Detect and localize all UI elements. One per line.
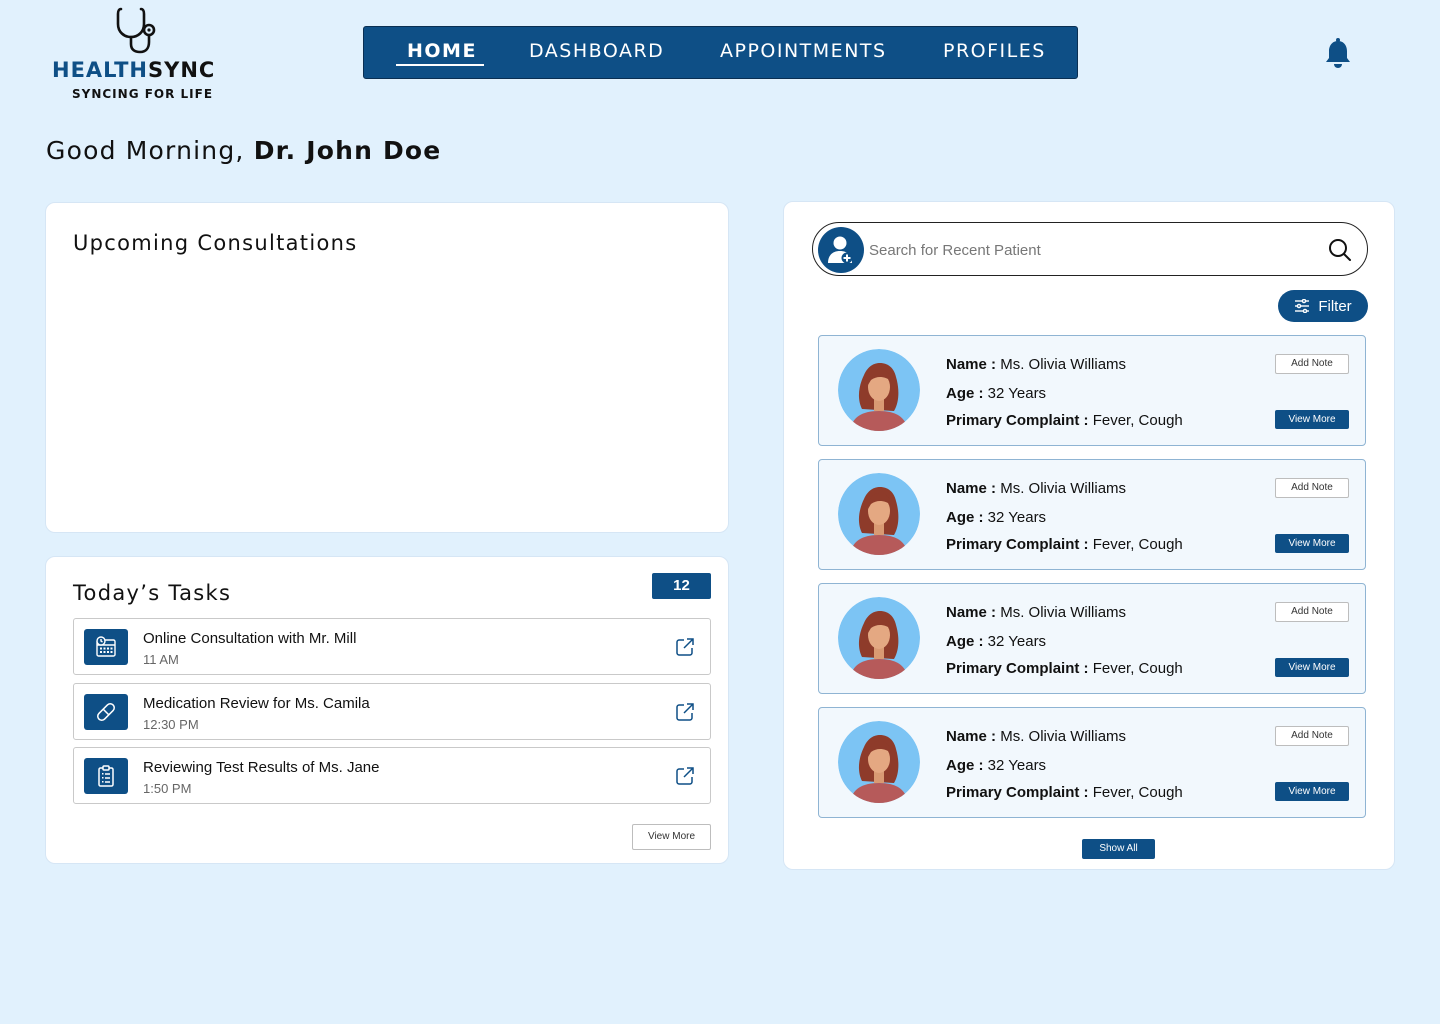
view-more-button[interactable]: View More: [1275, 782, 1349, 801]
greeting: Good Morning, Dr. John Doe: [46, 136, 441, 165]
complaint-label: Primary Complaint :: [946, 660, 1089, 677]
sliders-icon: [1295, 299, 1310, 313]
active-tab-underline: [396, 64, 484, 66]
todays-tasks-card: Today’s Tasks 12 Online Consultation wit…: [45, 556, 729, 864]
patient-age-row: Age : 32 Years: [946, 757, 1046, 774]
patient-age: 32 Years: [987, 757, 1047, 774]
external-link-icon[interactable]: [676, 638, 694, 656]
patient-card[interactable]: Name : Ms. Olivia Williams Age : 32 Year…: [818, 459, 1366, 570]
patient-avatar: [838, 597, 920, 679]
add-note-button[interactable]: Add Note: [1275, 602, 1349, 622]
name-label: Name :: [946, 480, 997, 497]
add-note-button[interactable]: Add Note: [1275, 478, 1349, 498]
patient-avatar: [838, 473, 920, 555]
patient-name: Ms. Olivia Williams: [1000, 604, 1127, 621]
name-label: Name :: [946, 356, 997, 373]
age-label: Age :: [946, 757, 984, 774]
patient-name-row: Name : Ms. Olivia Williams: [946, 604, 1126, 621]
external-link-icon[interactable]: [676, 767, 694, 785]
add-note-button[interactable]: Add Note: [1275, 726, 1349, 746]
patient-avatar: [838, 349, 920, 431]
brand-logo[interactable]: HEALTHSYNC SYNCING FOR LIFE: [50, 4, 230, 104]
filter-button[interactable]: Filter: [1278, 290, 1368, 322]
tab-appointments[interactable]: APPOINTMENTS: [720, 40, 887, 62]
patient-complaint-row: Primary Complaint : Fever, Cough: [946, 412, 1183, 429]
doctor-user-icon: [818, 227, 864, 273]
patient-name: Ms. Olivia Williams: [1000, 356, 1127, 373]
task-count-badge: 12: [652, 573, 711, 599]
pill-icon: [84, 694, 128, 730]
patient-complaint-row: Primary Complaint : Fever, Cough: [946, 784, 1183, 801]
upcoming-consultations-card: Upcoming Consultations: [45, 202, 729, 533]
view-more-button[interactable]: View More: [1275, 658, 1349, 677]
patient-avatar: [838, 721, 920, 803]
patient-name-row: Name : Ms. Olivia Williams: [946, 480, 1126, 497]
task-time: 12:30 PM: [143, 717, 199, 732]
patient-name-row: Name : Ms. Olivia Williams: [946, 356, 1126, 373]
main-nav: HOME DASHBOARD APPOINTMENTS PROFILES: [363, 26, 1078, 79]
patient-complaint: Fever, Cough: [1092, 536, 1183, 553]
patient-complaint: Fever, Cough: [1092, 412, 1183, 429]
patient-name-row: Name : Ms. Olivia Williams: [946, 728, 1126, 745]
task-time: 11 AM: [143, 652, 179, 667]
age-label: Age :: [946, 633, 984, 650]
patient-card[interactable]: Name : Ms. Olivia Williams Age : 32 Year…: [818, 335, 1366, 446]
tab-profiles[interactable]: PROFILES: [943, 40, 1046, 62]
name-label: Name :: [946, 728, 997, 745]
clipboard-icon: [84, 758, 128, 794]
patient-complaint-row: Primary Complaint : Fever, Cough: [946, 536, 1183, 553]
task-item[interactable]: Medication Review for Ms. Camila 12:30 P…: [73, 683, 711, 740]
calendar-clock-icon: [84, 629, 128, 665]
stethoscope-icon: [116, 7, 156, 54]
consultations-title: Upcoming Consultations: [73, 231, 358, 255]
add-note-button[interactable]: Add Note: [1275, 354, 1349, 374]
patient-complaint: Fever, Cough: [1092, 660, 1183, 677]
tab-dashboard[interactable]: DASHBOARD: [529, 40, 664, 62]
patient-age-row: Age : 32 Years: [946, 633, 1046, 650]
patient-age: 32 Years: [987, 633, 1047, 650]
search-input[interactable]: [869, 235, 1309, 265]
complaint-label: Primary Complaint :: [946, 784, 1089, 801]
patient-name: Ms. Olivia Williams: [1000, 480, 1127, 497]
name-label: Name :: [946, 604, 997, 621]
task-time: 1:50 PM: [143, 781, 192, 796]
task-name: Reviewing Test Results of Ms. Jane: [143, 759, 380, 776]
doctor-name: Dr. John Doe: [253, 136, 442, 165]
filter-label: Filter: [1318, 297, 1352, 315]
complaint-label: Primary Complaint :: [946, 412, 1089, 429]
brand-tagline: SYNCING FOR LIFE: [72, 87, 214, 101]
recent-patients-panel: Filter Name : Ms. Olivia Williams Age : …: [783, 201, 1395, 870]
greeting-prefix: Good Morning,: [46, 136, 254, 165]
age-label: Age :: [946, 509, 984, 526]
age-label: Age :: [946, 385, 984, 402]
complaint-label: Primary Complaint :: [946, 536, 1089, 553]
search-icon[interactable]: [1327, 237, 1353, 263]
patient-age-row: Age : 32 Years: [946, 385, 1046, 402]
patient-age: 32 Years: [987, 509, 1047, 526]
brand-name: HEALTHSYNC: [52, 58, 215, 82]
view-more-button[interactable]: View More: [1275, 410, 1349, 429]
patient-complaint: Fever, Cough: [1092, 784, 1183, 801]
external-link-icon[interactable]: [676, 703, 694, 721]
patient-card[interactable]: Name : Ms. Olivia Williams Age : 32 Year…: [818, 707, 1366, 818]
patient-search-bar: [812, 222, 1368, 276]
brand-name-part2: SYNC: [147, 58, 216, 82]
patient-age: 32 Years: [987, 385, 1047, 402]
tasks-view-more-button[interactable]: View More: [632, 824, 711, 850]
task-name: Online Consultation with Mr. Mill: [143, 630, 357, 647]
patient-complaint-row: Primary Complaint : Fever, Cough: [946, 660, 1183, 677]
task-item[interactable]: Reviewing Test Results of Ms. Jane 1:50 …: [73, 747, 711, 804]
tasks-title: Today’s Tasks: [73, 581, 232, 605]
tab-home[interactable]: HOME: [407, 40, 477, 62]
task-name: Medication Review for Ms. Camila: [143, 695, 370, 712]
show-all-button[interactable]: Show All: [1082, 839, 1155, 859]
task-item[interactable]: Online Consultation with Mr. Mill 11 AM: [73, 618, 711, 675]
view-more-button[interactable]: View More: [1275, 534, 1349, 553]
notification-bell-icon[interactable]: [1324, 37, 1352, 69]
brand-name-part1: HEALTH: [52, 58, 148, 82]
patient-card[interactable]: Name : Ms. Olivia Williams Age : 32 Year…: [818, 583, 1366, 694]
patient-age-row: Age : 32 Years: [946, 509, 1046, 526]
patient-name: Ms. Olivia Williams: [1000, 728, 1127, 745]
